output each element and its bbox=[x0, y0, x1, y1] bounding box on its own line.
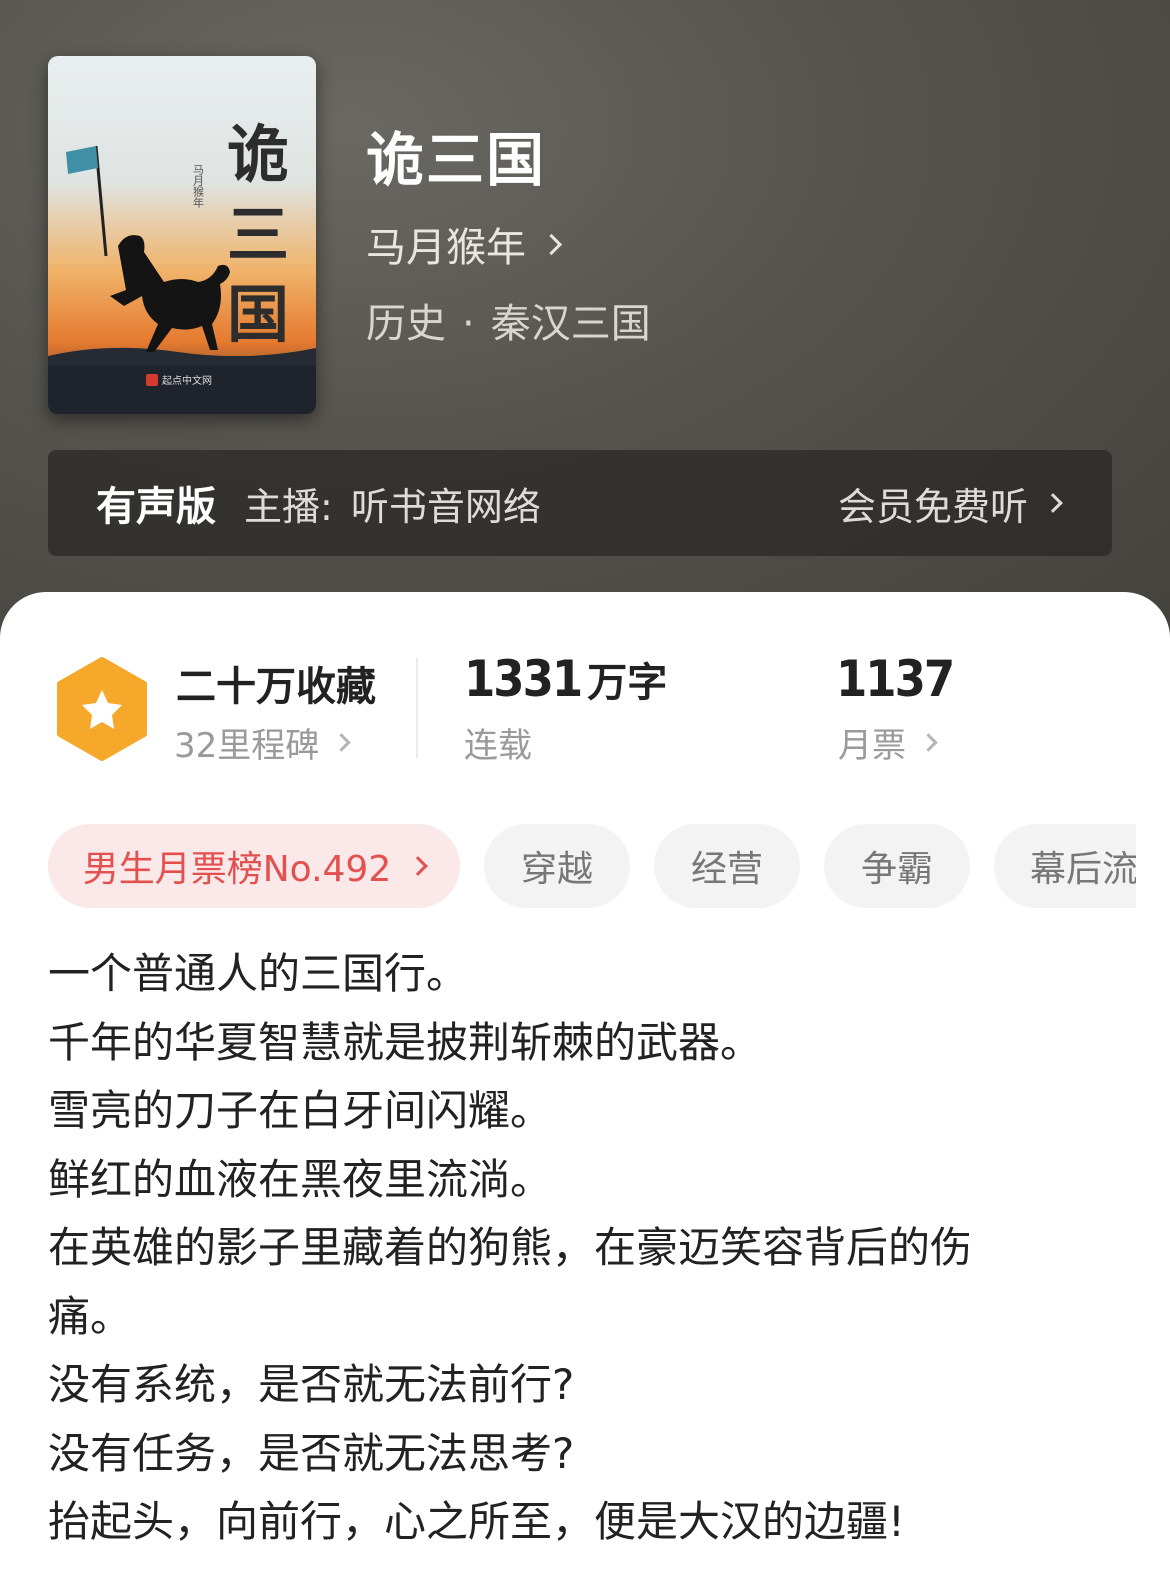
description-line: 没有系统，是否就无法前行? bbox=[48, 1360, 575, 1409]
description-line: 雪亮的刀子在白牙间闪耀。 bbox=[48, 1086, 553, 1135]
book-description: 一个普通人的三国行。 千年的华夏智慧就是披荆斩棘的武器。 雪亮的刀子在白牙间闪耀… bbox=[48, 940, 1138, 1557]
tag-row-edge bbox=[1136, 824, 1170, 908]
monthly-votes-link[interactable]: 月票 bbox=[838, 718, 938, 767]
serial-status: 连载 bbox=[464, 718, 532, 767]
tag-chip-label: 争霸 bbox=[860, 849, 933, 890]
member-free-listen-label: 会员免费听 bbox=[837, 484, 1028, 529]
rank-tag-label: 男生月票榜No.492 bbox=[82, 849, 392, 890]
serial-status-label: 连载 bbox=[464, 726, 532, 766]
chevron-right-icon bbox=[540, 233, 563, 255]
tag-chip-label: 幕后流 bbox=[1030, 849, 1138, 890]
rank-tag[interactable]: 男生月票榜No.492 bbox=[48, 824, 460, 908]
description-line: 千年的华夏智慧就是披荆斩棘的武器。 bbox=[48, 1017, 763, 1067]
genre-line: 历史 · 秦汉三国 bbox=[366, 296, 651, 352]
genre-separator: · bbox=[462, 301, 475, 347]
genre-category: 历史 bbox=[366, 301, 446, 347]
chevron-right-icon bbox=[332, 733, 351, 752]
audio-version-bar[interactable]: 有声版 主播: 听书音网络 会员免费听 bbox=[48, 450, 1112, 556]
audio-version-label: 有声版 bbox=[96, 484, 216, 530]
milestones-label: 32里程碑 bbox=[174, 726, 320, 766]
chevron-right-icon bbox=[408, 856, 429, 876]
tag-chip[interactable]: 穿越 bbox=[484, 824, 630, 908]
chevron-right-icon bbox=[919, 733, 938, 752]
cover-publisher: 起点中文网 bbox=[162, 374, 212, 387]
star-badge-icon bbox=[57, 657, 147, 761]
monthly-votes-label: 月票 bbox=[838, 726, 906, 766]
milestones-link[interactable]: 32里程碑 bbox=[174, 718, 351, 767]
description-line: 痛。 bbox=[48, 1291, 133, 1341]
stats-divider bbox=[416, 658, 418, 758]
book-cover[interactable]: 诡 三 国 马月猴年 起点中文网 bbox=[48, 56, 316, 414]
monthly-votes-count: 1137 bbox=[836, 650, 955, 708]
description-line: 一个普通人的三国行。 bbox=[48, 949, 469, 998]
cover-title-char-1: 诡 bbox=[227, 118, 289, 191]
word-count-number: 1331 bbox=[464, 650, 583, 708]
chevron-right-icon bbox=[1043, 493, 1063, 513]
description-line: 鲜红的血液在黑夜里流淌。 bbox=[48, 1154, 553, 1204]
word-count: 1331 万字 bbox=[464, 650, 667, 708]
cover-title-char-2: 三 bbox=[227, 198, 289, 271]
author-link[interactable]: 马月猴年 bbox=[366, 216, 563, 272]
collect-count: 二十万收藏 bbox=[176, 664, 376, 710]
author-name: 马月猴年 bbox=[366, 225, 526, 271]
tag-row: 男生月票榜No.492 穿越 经营 争霸 幕后流 bbox=[48, 824, 1138, 908]
cover-title-char-3: 国 bbox=[227, 278, 289, 351]
audio-anchor-label: 主播: bbox=[244, 484, 333, 529]
tag-chip[interactable]: 经营 bbox=[654, 824, 800, 908]
description-line: 没有任务，是否就无法思考? bbox=[48, 1428, 575, 1478]
monthly-votes-number: 1137 bbox=[836, 650, 955, 708]
audio-anchor-name: 听书音网络 bbox=[350, 484, 541, 529]
description-line: 抬起头，向前行，心之所至，便是大汉的边疆! bbox=[48, 1497, 905, 1546]
member-free-listen-link[interactable]: 会员免费听 bbox=[837, 476, 1063, 531]
genre-subcategory: 秦汉三国 bbox=[490, 301, 651, 347]
cover-author: 马月猴年 bbox=[192, 164, 205, 208]
tag-chip-label: 穿越 bbox=[520, 849, 593, 890]
tag-chip[interactable]: 争霸 bbox=[824, 824, 970, 908]
book-title: 诡三国 bbox=[366, 126, 547, 194]
tag-chip-label: 经营 bbox=[690, 849, 763, 890]
word-count-unit: 万字 bbox=[587, 660, 668, 706]
tag-chip[interactable]: 幕后流 bbox=[994, 824, 1138, 908]
description-line: 在英雄的影子里藏着的狗熊，在豪迈笑容背后的伤 bbox=[48, 1223, 973, 1272]
